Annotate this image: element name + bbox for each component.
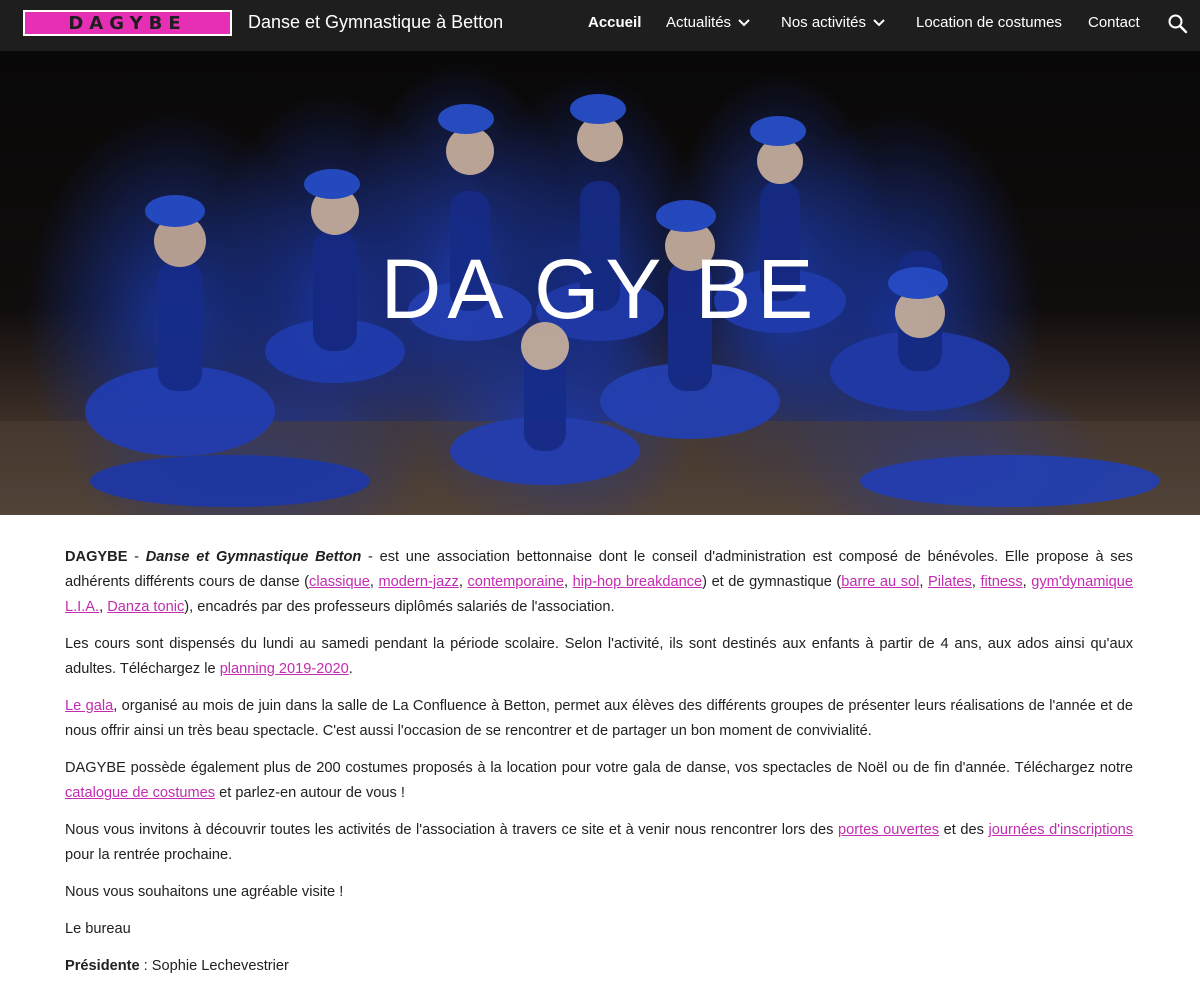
invitation-paragraph: Nous vous invitons à découvrir toutes le… — [65, 822, 1134, 863]
main-content: DAGYBE - Danse et Gymnastique Betton - e… — [65, 545, 1133, 991]
nav-item-label: Accueil — [588, 14, 642, 31]
link-classique[interactable]: classique — [309, 574, 370, 590]
nav-item-actualites[interactable]: Actualités — [666, 14, 750, 31]
link-contemporaine[interactable]: contemporaine — [467, 574, 564, 590]
brand-subtitle: Danse et Gymnastique Betton — [145, 549, 362, 565]
search-icon[interactable] — [1166, 12, 1190, 41]
nav-item-label: Location de costumes — [916, 14, 1062, 31]
schedule-paragraph: Les cours sont dispensés du lundi au sam… — [65, 636, 1133, 677]
nav-item-label: Contact — [1088, 14, 1140, 31]
nav-item-accueil[interactable]: Accueil — [588, 14, 641, 31]
costumes-paragraph: DAGYBE possède également plus de 200 cos… — [65, 760, 1133, 801]
nav-item-label: Actualités — [666, 14, 732, 31]
president-paragraph: Présidente : Sophie Lechevestrier — [65, 954, 1133, 979]
president-name: : Sophie Lechevestrier — [139, 958, 289, 974]
link-fitness[interactable]: fitness — [980, 574, 1022, 590]
nav-item-contact[interactable]: Contact — [1088, 14, 1140, 31]
president-role: Présidente — [65, 958, 140, 974]
hero-title: DA GY BE — [380, 242, 820, 336]
welcome-paragraph: Nous vous souhaitons une agréable visite… — [65, 884, 344, 900]
chevron-down-icon[interactable] — [738, 18, 750, 27]
nav-item-nos-activites[interactable]: Nos activités — [781, 14, 885, 31]
link-hip-hop-breakdance[interactable]: hip-hop breakdance — [573, 574, 703, 590]
link-catalogue-de-costumes[interactable]: catalogue de costumes — [65, 785, 215, 801]
nav-item-location-de-costumes[interactable]: Location de costumes — [916, 14, 1062, 31]
link-barre-au-sol[interactable]: barre au sol — [841, 574, 919, 590]
link-pilates[interactable]: Pilates — [928, 574, 972, 590]
link-planning[interactable]: planning 2019-2020 — [220, 661, 349, 677]
signature-paragraph: Le bureau — [65, 921, 131, 937]
link-modern-jazz[interactable]: modern-jazz — [379, 574, 459, 590]
nav-item-label: Nos activités — [781, 14, 867, 31]
link-le-gala[interactable]: Le gala — [65, 698, 113, 714]
hero-banner: DA GY BE — [0, 51, 1200, 515]
link-journees-inscriptions[interactable]: journées d'inscriptions — [989, 822, 1133, 838]
intro-paragraph: DAGYBE - Danse et Gymnastique Betton - e… — [65, 549, 1134, 615]
gala-paragraph: Le gala, organisé au mois de juin dans l… — [65, 698, 1133, 739]
top-navigation-bar: DAGYBE Danse et Gymnastique à Betton Acc… — [0, 0, 1200, 51]
main-nav: Accueil Actualités Nos activités Locatio… — [0, 14, 1200, 36]
brand-name: DAGYBE — [65, 549, 128, 565]
link-danza-tonic[interactable]: Danza tonic — [107, 599, 184, 615]
chevron-down-icon[interactable] — [873, 18, 885, 27]
link-portes-ouvertes[interactable]: portes ouvertes — [838, 822, 939, 838]
